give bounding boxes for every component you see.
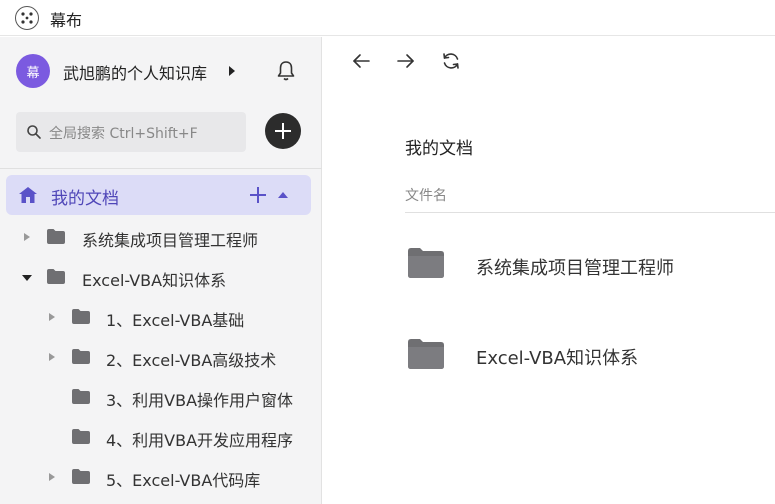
sidebar: 幕 武旭鹏的个人知识库 全局搜索 Ctrl+Shift+F 我的文档 系统集成项… bbox=[0, 37, 322, 504]
sidebar-item-my-documents[interactable]: 我的文档 bbox=[6, 175, 311, 215]
tree-item-label: 4、利用VBA开发应用程序 bbox=[106, 431, 294, 450]
arrow-left-icon[interactable] bbox=[351, 51, 371, 71]
collapse-caret-icon[interactable] bbox=[22, 275, 32, 281]
tree-item[interactable]: 1、Excel-VBA基础 bbox=[0, 297, 322, 337]
sidebar-divider bbox=[0, 168, 322, 169]
add-button[interactable] bbox=[265, 113, 301, 149]
tree-item-label: 系统集成项目管理工程师 bbox=[82, 231, 259, 250]
expand-caret-icon[interactable] bbox=[49, 353, 55, 361]
search-placeholder: 全局搜索 Ctrl+Shift+F bbox=[49, 126, 198, 142]
home-icon bbox=[19, 187, 37, 203]
app-title: 幕布 bbox=[50, 11, 83, 30]
search-input[interactable]: 全局搜索 Ctrl+Shift+F bbox=[16, 112, 246, 152]
folder-icon bbox=[72, 469, 90, 484]
folder-icon bbox=[47, 229, 65, 244]
folder-icon bbox=[408, 248, 444, 278]
search-icon bbox=[27, 125, 41, 139]
collapse-up-icon[interactable] bbox=[278, 192, 288, 198]
plus-icon[interactable] bbox=[250, 187, 266, 203]
refresh-icon[interactable] bbox=[441, 51, 461, 71]
tree-item[interactable]: 2、Excel-VBA高级技术 bbox=[0, 337, 322, 377]
caret-right-icon[interactable] bbox=[229, 66, 235, 76]
tree-item[interactable]: 4、利用VBA开发应用程序 bbox=[0, 417, 322, 457]
folder-icon bbox=[47, 269, 65, 284]
tree-item-label: 5、Excel-VBA代码库 bbox=[106, 471, 261, 490]
folder-icon bbox=[72, 349, 90, 364]
page-title: 我的文档 bbox=[405, 139, 473, 159]
mubu-logo-icon bbox=[15, 6, 39, 30]
tree-item-label: Excel-VBA知识体系 bbox=[82, 271, 227, 290]
arrow-right-icon[interactable] bbox=[396, 51, 416, 71]
column-header-filename[interactable]: 文件名 bbox=[405, 185, 447, 205]
expand-caret-icon[interactable] bbox=[49, 473, 55, 481]
expand-caret-icon[interactable] bbox=[49, 313, 55, 321]
tree-item[interactable]: Excel-VBA知识体系 bbox=[0, 257, 322, 297]
tree-item[interactable]: 系统集成项目管理工程师 bbox=[0, 217, 322, 257]
knowledge-base-name[interactable]: 武旭鹏的个人知识库 bbox=[63, 60, 207, 84]
document-list-item[interactable]: Excel-VBA知识体系 bbox=[476, 344, 638, 370]
tree-item-label: 1、Excel-VBA基础 bbox=[106, 311, 245, 330]
tree-item[interactable]: 5、Excel-VBA代码库 bbox=[0, 457, 322, 497]
header-divider bbox=[405, 212, 775, 213]
bell-icon[interactable] bbox=[276, 60, 296, 82]
document-list-item[interactable]: 系统集成项目管理工程师 bbox=[476, 254, 674, 280]
tree-item-label: 2、Excel-VBA高级技术 bbox=[106, 351, 277, 370]
sidebar-root-label: 我的文档 bbox=[51, 189, 119, 209]
tree-item[interactable]: 3、利用VBA操作用户窗体 bbox=[0, 377, 322, 417]
expand-caret-icon[interactable] bbox=[24, 233, 30, 241]
tree-item-label: 3、利用VBA操作用户窗体 bbox=[106, 391, 294, 410]
folder-icon bbox=[72, 429, 90, 444]
folder-icon bbox=[72, 309, 90, 324]
title-bar: 幕布 bbox=[0, 0, 775, 36]
folder-icon bbox=[408, 339, 444, 369]
avatar[interactable]: 幕 bbox=[16, 54, 50, 88]
folder-icon bbox=[72, 389, 90, 404]
